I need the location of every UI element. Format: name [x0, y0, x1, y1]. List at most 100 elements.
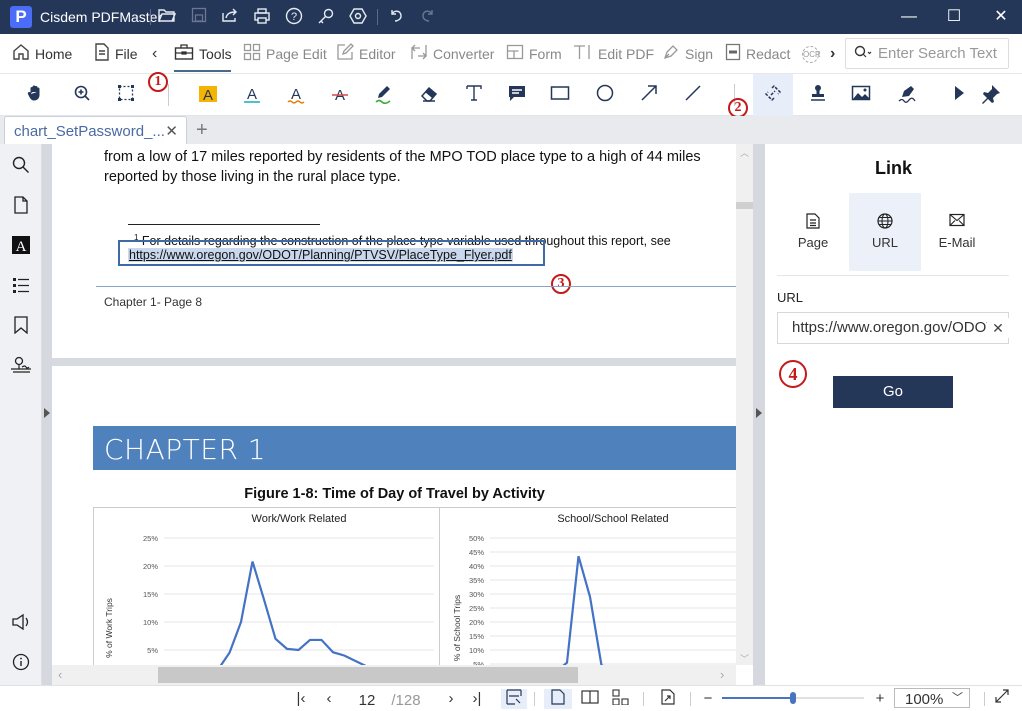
two-page-button[interactable] [578, 689, 602, 709]
url-input[interactable]: https://www.oregon.gov/ODOT/Planning/PTV… [777, 312, 1009, 344]
y-tick-label: 45% [469, 548, 484, 557]
body-text-line: reported by those living in the rural pl… [104, 167, 401, 187]
image-icon[interactable] [849, 84, 873, 108]
previous-page-button[interactable]: ‹ [320, 689, 338, 709]
search-box[interactable]: Enter Search Text [845, 38, 1009, 69]
menu-home[interactable]: Home [12, 44, 72, 64]
menu-converter[interactable]: Converter [410, 44, 494, 64]
undo-icon[interactable] [386, 7, 406, 27]
menu-redact[interactable]: Redact [725, 44, 790, 64]
menu-ocr[interactable]: OCR [802, 44, 819, 64]
menu-form[interactable]: Form [506, 44, 562, 64]
search-input[interactable]: Enter Search Text [878, 45, 997, 62]
ocr-icon: OCR [802, 46, 819, 63]
chapter-heading: CHAPTER 1 [104, 433, 266, 466]
text-recognition-icon[interactable]: A [10, 236, 32, 258]
search-panel-icon[interactable] [10, 156, 32, 178]
scroll-down-icon[interactable]: ﹀ [740, 652, 749, 665]
link-tab-url[interactable]: URL [849, 193, 921, 271]
bookmark-icon[interactable] [10, 316, 32, 338]
scroll-left-icon[interactable]: ‹ [58, 667, 62, 682]
hand-tool-icon[interactable] [24, 84, 48, 108]
menu-editor[interactable]: Editor [336, 44, 396, 64]
horizontal-scroll-thumb[interactable] [158, 667, 578, 683]
close-button[interactable]: ✕ [989, 6, 1013, 28]
right-panel-toggle[interactable] [753, 144, 765, 685]
zoom-in-button[interactable]: + [872, 689, 888, 709]
grid-view-button[interactable] [609, 689, 633, 709]
key-icon[interactable] [316, 7, 336, 27]
scroll-up-icon[interactable]: ︿ [740, 146, 749, 159]
stamp-icon[interactable] [806, 84, 830, 108]
link-icon[interactable] [761, 84, 785, 108]
last-page-button[interactable]: ›| [468, 689, 486, 709]
fullscreen-button[interactable] [992, 689, 1012, 709]
settings-icon[interactable] [348, 7, 368, 27]
eraser-icon[interactable] [417, 84, 441, 108]
ellipse-icon[interactable] [593, 84, 617, 108]
app-logo: P [10, 6, 32, 28]
horizontal-scrollbar[interactable]: ‹ › [52, 665, 736, 685]
signature-icon[interactable] [10, 356, 32, 378]
redo-icon[interactable] [418, 7, 438, 27]
highlight-icon[interactable]: A [196, 84, 220, 108]
rotate-page-button[interactable] [656, 689, 680, 709]
link-tab-email[interactable]: E-Mail [921, 193, 993, 271]
menu-sign[interactable]: Sign [662, 44, 713, 64]
left-panel-toggle[interactable] [42, 144, 52, 685]
add-tab-button[interactable]: + [196, 119, 208, 142]
save-icon[interactable] [189, 7, 209, 27]
note-icon[interactable] [505, 84, 529, 108]
current-page-input[interactable]: 12 [352, 691, 382, 711]
close-tab-icon[interactable]: ✕ [165, 122, 178, 140]
document-tab[interactable]: chart_SetPassword_... ✕ [4, 116, 187, 144]
vertical-scroll-thumb[interactable] [736, 202, 753, 209]
link-selection-box[interactable] [118, 240, 545, 266]
info-icon[interactable] [10, 653, 32, 675]
line-icon[interactable] [681, 84, 705, 108]
menu-edit-pdf[interactable]: Edit PDF [573, 44, 654, 64]
play-icon[interactable] [947, 84, 971, 108]
read-aloud-icon[interactable] [10, 613, 32, 635]
scroll-right-button[interactable]: › [830, 44, 835, 64]
zoom-in-icon[interactable] [70, 84, 94, 108]
menu-page-edit[interactable]: Page Edit [243, 44, 327, 64]
zoom-slider[interactable] [722, 697, 864, 699]
underline-icon[interactable]: A [240, 84, 264, 108]
zoom-slider-thumb[interactable] [790, 692, 796, 704]
vertical-scrollbar[interactable]: ︿ ﹀ [736, 144, 753, 665]
text-tool-icon[interactable] [462, 84, 486, 108]
link-tab-page[interactable]: Page [777, 193, 849, 271]
print-icon[interactable] [252, 7, 272, 27]
signature-pen-icon[interactable] [895, 84, 919, 108]
maximize-button[interactable]: ☐ [942, 6, 966, 28]
scroll-left-button[interactable]: ‹ [152, 44, 157, 64]
document-viewer[interactable]: from a low of 17 miles reported by resid… [52, 144, 736, 665]
pencil-icon[interactable] [372, 84, 396, 108]
divider [643, 692, 644, 706]
menu-file[interactable]: File [94, 44, 138, 64]
pin-icon[interactable] [979, 84, 1003, 108]
outline-list-icon[interactable] [10, 276, 32, 298]
zoom-out-button[interactable]: − [700, 689, 716, 709]
rectangle-icon[interactable] [548, 84, 572, 108]
share-icon[interactable] [220, 7, 240, 27]
open-folder-icon[interactable] [157, 7, 177, 27]
minimize-button[interactable]: — [897, 6, 921, 28]
menu-tools[interactable]: Tools [174, 44, 232, 64]
page-thumbnails-icon[interactable] [10, 196, 32, 218]
scroll-right-icon[interactable]: › [720, 667, 724, 682]
marquee-select-icon[interactable] [114, 84, 138, 108]
single-page-button[interactable] [544, 689, 572, 709]
arrow-icon[interactable] [637, 84, 661, 108]
first-page-button[interactable]: |‹ [292, 689, 310, 709]
strikethrough-icon[interactable]: A [328, 84, 352, 108]
clear-url-icon[interactable]: ✕ [987, 318, 1009, 338]
help-icon[interactable]: ? [284, 7, 304, 27]
go-button[interactable]: Go [833, 376, 953, 408]
squiggly-underline-icon[interactable]: A [284, 84, 308, 108]
next-page-button[interactable]: › [442, 689, 460, 709]
zoom-level-select[interactable]: 100% ﹀ [894, 688, 970, 708]
fit-width-button[interactable] [501, 689, 527, 709]
text-cursor-icon [573, 43, 593, 65]
